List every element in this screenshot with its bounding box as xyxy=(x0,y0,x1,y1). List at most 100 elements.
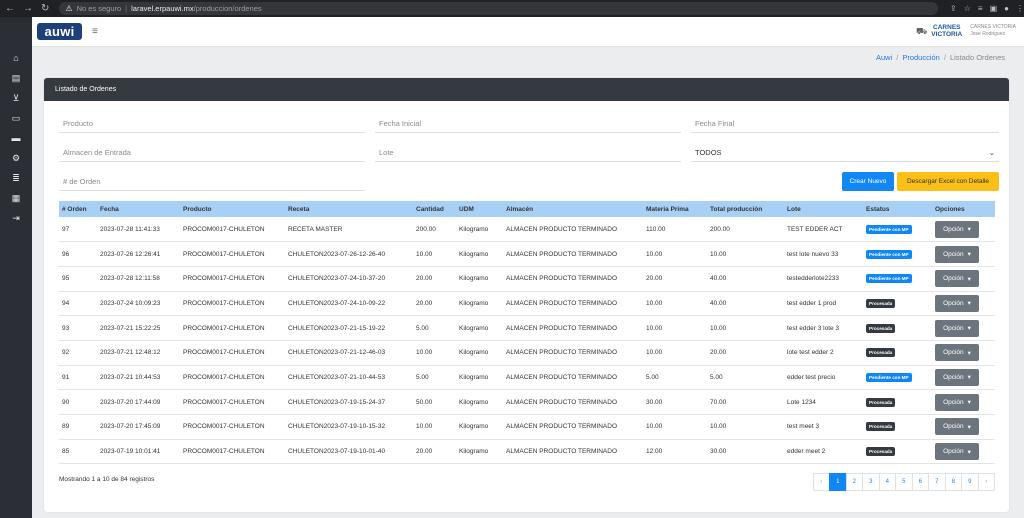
page-2-button[interactable]: 2 xyxy=(845,473,863,491)
cell-fecha: 2023-07-28 12:11:58 xyxy=(97,266,180,292)
logout-icon[interactable]: ⇥ xyxy=(0,210,32,226)
address-bar[interactable]: ⚠ No es seguro | laravel.erpauwi.mx/prod… xyxy=(59,2,939,15)
archive-icon[interactable]: ▬ xyxy=(0,130,32,146)
estatus-select[interactable]: TODOS ⌄ xyxy=(691,143,999,162)
cell-orden: 96 xyxy=(59,241,97,267)
page-5-button[interactable]: 5 xyxy=(895,473,913,491)
cell-producto: PROCOM0017-CHULETON xyxy=(180,365,285,391)
producto-input[interactable]: Producto xyxy=(59,114,365,133)
status-badge: Procesada xyxy=(866,447,896,457)
gears-icon[interactable]: ⚙ xyxy=(0,150,32,166)
hamburger-icon[interactable]: ≡ xyxy=(92,26,98,37)
auwi-logo[interactable]: auwi xyxy=(37,23,82,40)
cell-total: 20.00 xyxy=(707,340,784,366)
fecha-inicial-input[interactable]: Fecha Inicial xyxy=(375,114,681,133)
prev-page-button[interactable]: ‹ xyxy=(812,473,830,491)
col-almacen[interactable]: Almacén xyxy=(503,201,643,217)
col-materia-prima[interactable]: Materia Prima xyxy=(643,201,707,217)
opcion-dropdown-button[interactable]: Opción ▾ xyxy=(935,270,979,288)
url-path: /produccion/ordenes xyxy=(193,4,262,13)
share-icon[interactable]: ⇪ xyxy=(950,4,957,13)
sidepanel-icon[interactable]: ▣ xyxy=(990,4,998,13)
opcion-label: Opción xyxy=(943,250,964,258)
layers-icon[interactable]: ≣ xyxy=(0,170,32,186)
cell-materia: 5.00 xyxy=(643,365,707,391)
crear-nuevo-button[interactable]: Crear Nuevo xyxy=(842,172,894,191)
col-producto[interactable]: Producto xyxy=(180,201,285,217)
page-4-button[interactable]: 4 xyxy=(878,473,896,491)
col-orden[interactable]: # Orden xyxy=(59,201,97,217)
cell-cantidad: 5.00 xyxy=(413,365,456,391)
cell-udm: Kilogramo xyxy=(456,217,503,243)
status-badge: Procesada xyxy=(866,298,896,308)
page-9-button[interactable]: 9 xyxy=(961,473,979,491)
home-icon[interactable]: ⌂ xyxy=(0,50,32,66)
cell-receta: CHULETON2023-07-19-10-01-40 xyxy=(285,439,413,465)
cell-udm: Kilogramo xyxy=(456,266,503,292)
lote-input[interactable]: Lote xyxy=(375,143,681,162)
brand-name: CARNES VICTORIA xyxy=(931,24,963,38)
user-info[interactable]: CARNES VICTORIA Jose Rodriguez xyxy=(970,24,1016,38)
opcion-dropdown-button[interactable]: Opción ▾ xyxy=(935,443,979,461)
next-page-button[interactable]: › xyxy=(977,473,995,491)
calculator-icon[interactable]: ▦ xyxy=(0,190,32,206)
cell-total: 10.00 xyxy=(707,414,784,440)
page-8-button[interactable]: 8 xyxy=(944,473,962,491)
page-1-button[interactable]: 1 xyxy=(829,473,847,491)
col-fecha[interactable]: Fecha xyxy=(97,201,180,217)
table-row: 92 2023-07-21 12:48:12 PROCOM0017-CHULETON… xyxy=(59,340,995,366)
col-estatus[interactable]: Estatus xyxy=(863,201,932,217)
extensions-icon[interactable]: ≡ xyxy=(978,4,983,13)
col-udm[interactable]: UDM xyxy=(456,201,503,217)
status-badge: Pendiente con MP xyxy=(866,274,912,284)
orden-input[interactable]: # de Orden xyxy=(59,172,365,191)
cell-receta: CHULETON2023-07-19-15-24-37 xyxy=(285,389,413,415)
page-7-button[interactable]: 7 xyxy=(928,473,946,491)
opcion-dropdown-button[interactable]: Opción ▾ xyxy=(935,220,979,238)
page-6-button[interactable]: 6 xyxy=(911,473,929,491)
cell-fecha: 2023-07-21 10:44:53 xyxy=(97,365,180,391)
forward-icon[interactable]: → xyxy=(23,3,33,14)
cell-opciones: Opción ▾ xyxy=(932,291,995,317)
opcion-dropdown-button[interactable]: Opción ▾ xyxy=(935,294,979,312)
cell-total: 30.00 xyxy=(707,439,784,465)
back-icon[interactable]: ← xyxy=(5,3,15,14)
opcion-label: Opción xyxy=(943,324,964,332)
cell-fecha: 2023-07-21 15:22:25 xyxy=(97,315,180,341)
reload-icon[interactable]: ↻ xyxy=(41,3,49,14)
table-row: 97 2023-07-28 11:41:33 PROCOM0017-CHULETON… xyxy=(59,217,995,243)
opcion-dropdown-button[interactable]: Opción ▾ xyxy=(935,418,979,436)
col-cantidad[interactable]: Cantidad xyxy=(413,201,456,217)
cell-receta: CHULETON2023-07-21-15-19-22 xyxy=(285,315,413,341)
cell-lote: test edder 3 lote 3 xyxy=(784,315,863,341)
breadcrumb-home[interactable]: Auwi xyxy=(876,53,892,62)
opcion-dropdown-button[interactable]: Opción ▾ xyxy=(935,393,979,411)
cell-producto: PROCOM0017-CHULETON xyxy=(180,217,285,243)
descargar-excel-button[interactable]: Descargar Excel con Detalle xyxy=(897,172,999,191)
fecha-final-input[interactable]: Fecha Final xyxy=(691,114,999,133)
opcion-dropdown-button[interactable]: Opción ▾ xyxy=(935,368,979,386)
page-3-button[interactable]: 3 xyxy=(862,473,880,491)
col-lote[interactable]: Lote xyxy=(784,201,863,217)
profile-icon[interactable]: ● xyxy=(1004,4,1009,13)
col-opciones: Opciones xyxy=(932,201,995,217)
warehouse-icon[interactable]: ▤ xyxy=(0,70,32,86)
star-icon[interactable]: ☆ xyxy=(964,4,971,13)
cell-almacen: ALMACEN PRODUCTO TERMINADO xyxy=(503,414,643,440)
inbox-icon[interactable]: ▭ xyxy=(0,110,32,126)
opcion-dropdown-button[interactable]: Opción ▾ xyxy=(935,245,979,263)
cell-estatus: Pendiente con MP xyxy=(863,217,932,243)
cell-fecha: 2023-07-20 17:45:09 xyxy=(97,414,180,440)
status-badge: Pendiente con MP xyxy=(866,249,912,259)
cart-icon[interactable]: ⊻ xyxy=(0,90,32,106)
security-label: No es seguro xyxy=(76,4,122,13)
breadcrumb-section[interactable]: Producción xyxy=(902,53,940,62)
almacen-input[interactable]: Almacen de Entrada xyxy=(59,143,365,162)
col-receta[interactable]: Receta xyxy=(285,201,413,217)
col-total-produccion[interactable]: Total producción xyxy=(707,201,784,217)
cell-estatus: Pendiente con MP xyxy=(863,266,932,292)
cell-receta: CHULETON2023-07-26-12-26-40 xyxy=(285,241,413,267)
menu-icon[interactable]: ⋮ xyxy=(1016,4,1024,13)
opcion-dropdown-button[interactable]: Opción ▾ xyxy=(935,319,979,337)
opcion-dropdown-button[interactable]: Opción ▾ xyxy=(935,344,979,362)
